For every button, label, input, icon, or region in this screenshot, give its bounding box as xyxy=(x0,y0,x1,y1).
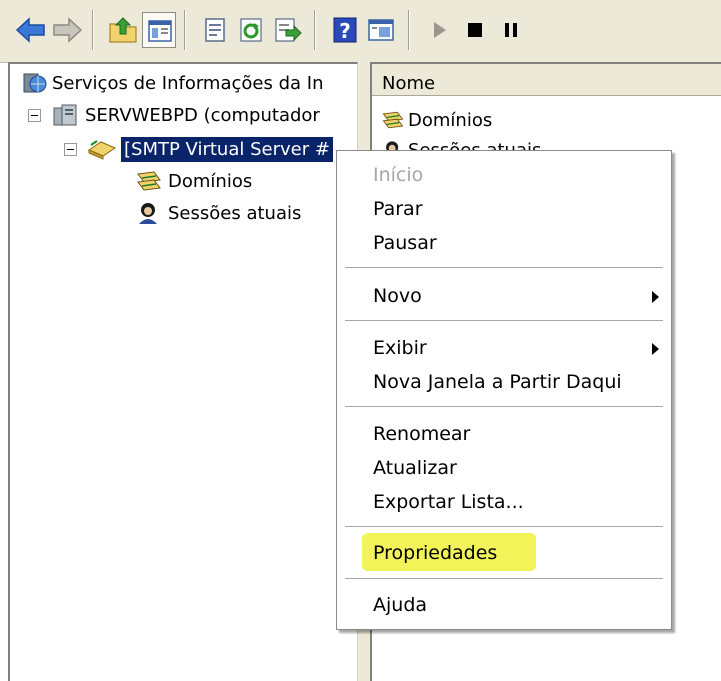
menu-item-exportar-lista[interactable]: Exportar Lista... xyxy=(337,485,671,519)
list-item[interactable]: Domínios xyxy=(380,106,492,134)
menu-separator xyxy=(345,578,663,580)
menu-item-inicio: Início xyxy=(373,164,424,186)
collapse-toggle[interactable] xyxy=(28,108,41,122)
menu-item-atualizar[interactable]: Atualizar xyxy=(337,451,671,485)
tree-item-label: Serviços de Informações da In xyxy=(52,72,324,94)
forward-arrow-icon[interactable] xyxy=(50,12,84,48)
menu-separator xyxy=(345,526,663,528)
smtp-server-icon xyxy=(87,140,117,160)
tree-item-label: SERVWEBPD (computador xyxy=(85,104,320,126)
tree-item-computer[interactable]: SERVWEBPD (computador xyxy=(28,100,320,130)
menu-separator xyxy=(345,320,663,322)
menu-item-nova-janela[interactable]: Nova Janela a Partir Daqui xyxy=(337,365,671,399)
back-arrow-icon[interactable] xyxy=(14,12,48,48)
up-folder-icon[interactable] xyxy=(106,12,140,48)
server-computer-icon xyxy=(53,104,77,126)
domains-icon xyxy=(382,111,404,129)
tree-item-label: Domínios xyxy=(168,170,253,192)
tree-item-domains[interactable]: Domínios xyxy=(134,166,252,196)
stop-icon[interactable] xyxy=(458,12,492,48)
domains-icon xyxy=(137,171,161,191)
menu-separator xyxy=(345,406,663,408)
svg-text:?: ? xyxy=(339,19,351,43)
menu-item-renomear[interactable]: Renomear xyxy=(337,417,671,451)
menu-item-exibir[interactable]: Exibir xyxy=(337,331,671,365)
context-menu: Início Parar Pausar Novo Exibir Nova Jan… xyxy=(336,150,672,630)
menu-item-novo[interactable]: Novo xyxy=(337,279,671,313)
list-item-label: Domínios xyxy=(408,109,493,131)
collapse-toggle[interactable] xyxy=(64,142,77,156)
toolbar: ? xyxy=(0,0,721,63)
help-icon[interactable]: ? xyxy=(328,12,362,48)
console-tree-icon[interactable] xyxy=(364,12,398,48)
tree-item-iis-root[interactable]: Serviços de Informações da In xyxy=(18,68,323,98)
submenu-arrow-icon xyxy=(652,343,659,355)
menu-item-parar[interactable]: Parar xyxy=(337,192,671,226)
column-header-name[interactable]: Nome xyxy=(372,64,721,96)
iis-services-icon xyxy=(23,73,47,93)
show-hide-tree-icon[interactable] xyxy=(142,12,176,48)
console-tree-pane[interactable]: Serviços de Informações da In SERVWEBPD … xyxy=(8,62,358,681)
menu-item-pausar[interactable]: Pausar xyxy=(337,226,671,260)
tree-item-smtp-server[interactable]: [SMTP Virtual Server # xyxy=(64,134,334,164)
properties-icon[interactable] xyxy=(198,12,232,48)
refresh-icon[interactable] xyxy=(234,12,268,48)
pause-icon[interactable] xyxy=(494,12,528,48)
tree-item-label: [SMTP Virtual Server # xyxy=(120,135,334,163)
tree-item-label: Sessões atuais xyxy=(168,202,302,224)
menu-item-ajuda[interactable]: Ajuda xyxy=(337,588,671,622)
menu-separator xyxy=(345,267,663,269)
menu-item-propriedades[interactable]: Propriedades xyxy=(337,536,671,570)
start-icon[interactable] xyxy=(422,12,456,48)
tree-item-sessions[interactable]: Sessões atuais xyxy=(134,198,301,228)
current-sessions-icon xyxy=(139,203,157,224)
export-list-icon[interactable] xyxy=(270,12,304,48)
submenu-arrow-icon xyxy=(652,291,659,303)
